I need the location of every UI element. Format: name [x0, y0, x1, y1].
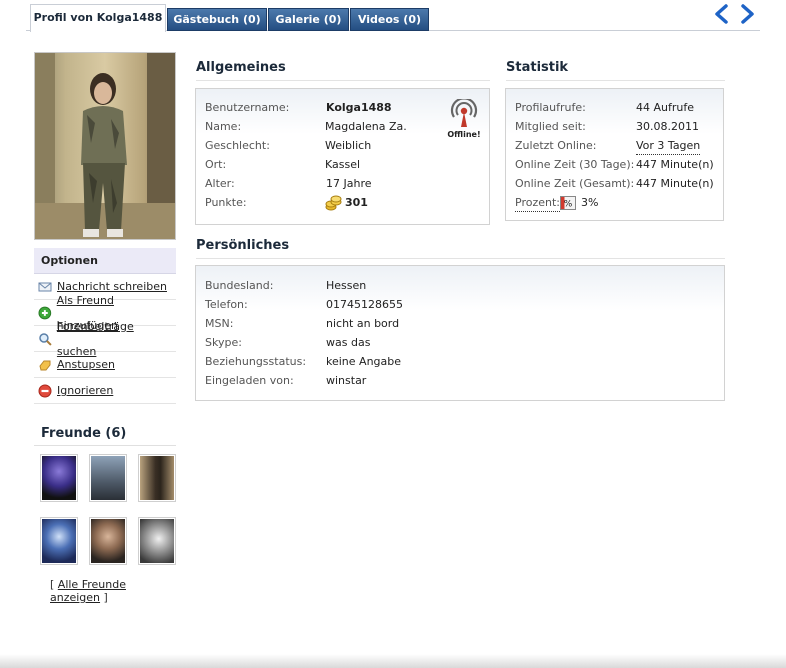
ignore-link[interactable]: Ignorieren	[57, 378, 113, 403]
personal-label: Bundesland:	[205, 279, 274, 292]
tab-videos[interactable]: Videos (0)	[350, 8, 429, 31]
info-label: Alter:	[205, 177, 235, 190]
friends-title: Freunde (6)	[34, 424, 176, 446]
envelope-icon	[38, 282, 52, 291]
options-title: Optionen	[34, 248, 176, 274]
info-label: Geschlecht:	[205, 139, 270, 152]
add-green-icon	[38, 306, 52, 319]
poke-link[interactable]: Anstupsen	[57, 352, 115, 377]
arrow-right-icon[interactable]	[740, 4, 756, 24]
bracket-open: [	[50, 578, 55, 591]
profile-navigation	[705, 4, 757, 27]
stat-value: 30.08.2011	[636, 120, 699, 133]
option-search-posts[interactable]: Forenbeiträge suchen	[34, 320, 176, 358]
bracket-close: ]	[103, 591, 108, 604]
profile-tabs: Profil von Kolga1488 Gästebuch (0) Galer…	[26, 4, 760, 32]
all-friends-link[interactable]: Alle Freunde anzeigen	[50, 578, 126, 604]
last-online-value[interactable]: Vor 3 Tagen	[636, 138, 701, 155]
page-bottom-edge	[0, 654, 786, 668]
all-friends-wrapper: [ Alle Freunde anzeigen ]	[50, 578, 176, 604]
stat-value: 447 Minute(n)	[636, 177, 714, 190]
personal-label: Beziehungsstatus:	[205, 355, 307, 368]
stat-value: 447 Minute(n)	[636, 158, 714, 171]
info-label: Name:	[205, 120, 242, 133]
general-panel: Offline! Benutzername: Kolga1488 Name: M…	[195, 88, 490, 225]
personal-panel: Bundesland: Hessen Telefon: 01745128655 …	[195, 265, 725, 401]
personal-value: Hessen	[326, 279, 367, 292]
friend-avatar[interactable]	[138, 454, 176, 502]
offline-label: Offline!	[447, 130, 481, 139]
block-red-icon	[38, 384, 52, 397]
info-value: Weiblich	[325, 139, 372, 152]
stat-label: Mitglied seit:	[515, 120, 586, 133]
personal-label: Telefon:	[205, 298, 248, 311]
tab-gallery[interactable]: Galerie (0)	[268, 8, 349, 31]
personal-value: 01745128655	[326, 298, 403, 311]
personal-value: was das	[326, 336, 371, 349]
svg-text:%: %	[564, 200, 573, 210]
info-label: Ort:	[205, 158, 227, 171]
options-box: Optionen Nachricht schreiben Als Freund …	[34, 248, 176, 404]
friend-avatar[interactable]	[89, 517, 127, 565]
info-value: Magdalena Za.	[325, 120, 407, 133]
personal-label: MSN:	[205, 317, 234, 330]
profile-photo[interactable]	[34, 52, 176, 240]
personal-value: winstar	[326, 374, 367, 387]
stats-panel: Profilaufrufe: 44 Aufrufe Mitglied seit:…	[505, 88, 724, 221]
friend-avatar[interactable]	[40, 517, 78, 565]
percent-bar-icon: %	[560, 196, 576, 210]
option-ignore[interactable]: Ignorieren	[34, 378, 176, 404]
tab-guestbook[interactable]: Gästebuch (0)	[167, 8, 267, 31]
friend-avatar[interactable]	[138, 517, 176, 565]
offline-broadcast-icon	[450, 97, 478, 127]
arrow-left-icon[interactable]	[713, 4, 729, 24]
personal-value: nicht an bord	[326, 317, 400, 330]
info-label: Benutzername:	[205, 101, 290, 114]
magnifier-icon	[39, 332, 52, 346]
profile-photo-image	[35, 53, 175, 239]
friend-avatar[interactable]	[40, 454, 78, 502]
info-value: 17 Jahre	[326, 177, 372, 190]
offline-status: Offline!	[446, 97, 482, 139]
stat-label: Online Zeit (Gesamt):	[515, 177, 635, 190]
tab-profile[interactable]: Profil von Kolga1488	[30, 4, 166, 32]
stat-label: Zuletzt Online:	[515, 139, 597, 152]
username-value: Kolga1488	[326, 101, 392, 114]
general-title: Allgemeines	[196, 60, 490, 81]
info-label: Punkte:	[205, 196, 247, 209]
personal-title: Persönliches	[196, 238, 725, 259]
poke-hand-icon	[39, 360, 51, 370]
stats-title: Statistik	[506, 60, 725, 81]
personal-value: keine Angabe	[326, 355, 402, 368]
stat-label: Online Zeit (30 Tage):	[515, 158, 635, 171]
points-value: 301	[345, 196, 368, 209]
stat-label: Profilaufrufe:	[515, 101, 586, 114]
coins-icon	[325, 195, 342, 211]
stat-value: 44 Aufrufe	[636, 101, 694, 114]
friends-box: Freunde (6) [ Alle Freunde anzeigen ]	[34, 424, 176, 604]
personal-label: Eingeladen von:	[205, 374, 294, 387]
percent-value: 3%	[581, 196, 599, 209]
personal-label: Skype:	[205, 336, 242, 349]
friend-avatar[interactable]	[89, 454, 127, 502]
percent-label: Prozent:	[515, 195, 560, 212]
info-value: Kassel	[325, 158, 361, 171]
